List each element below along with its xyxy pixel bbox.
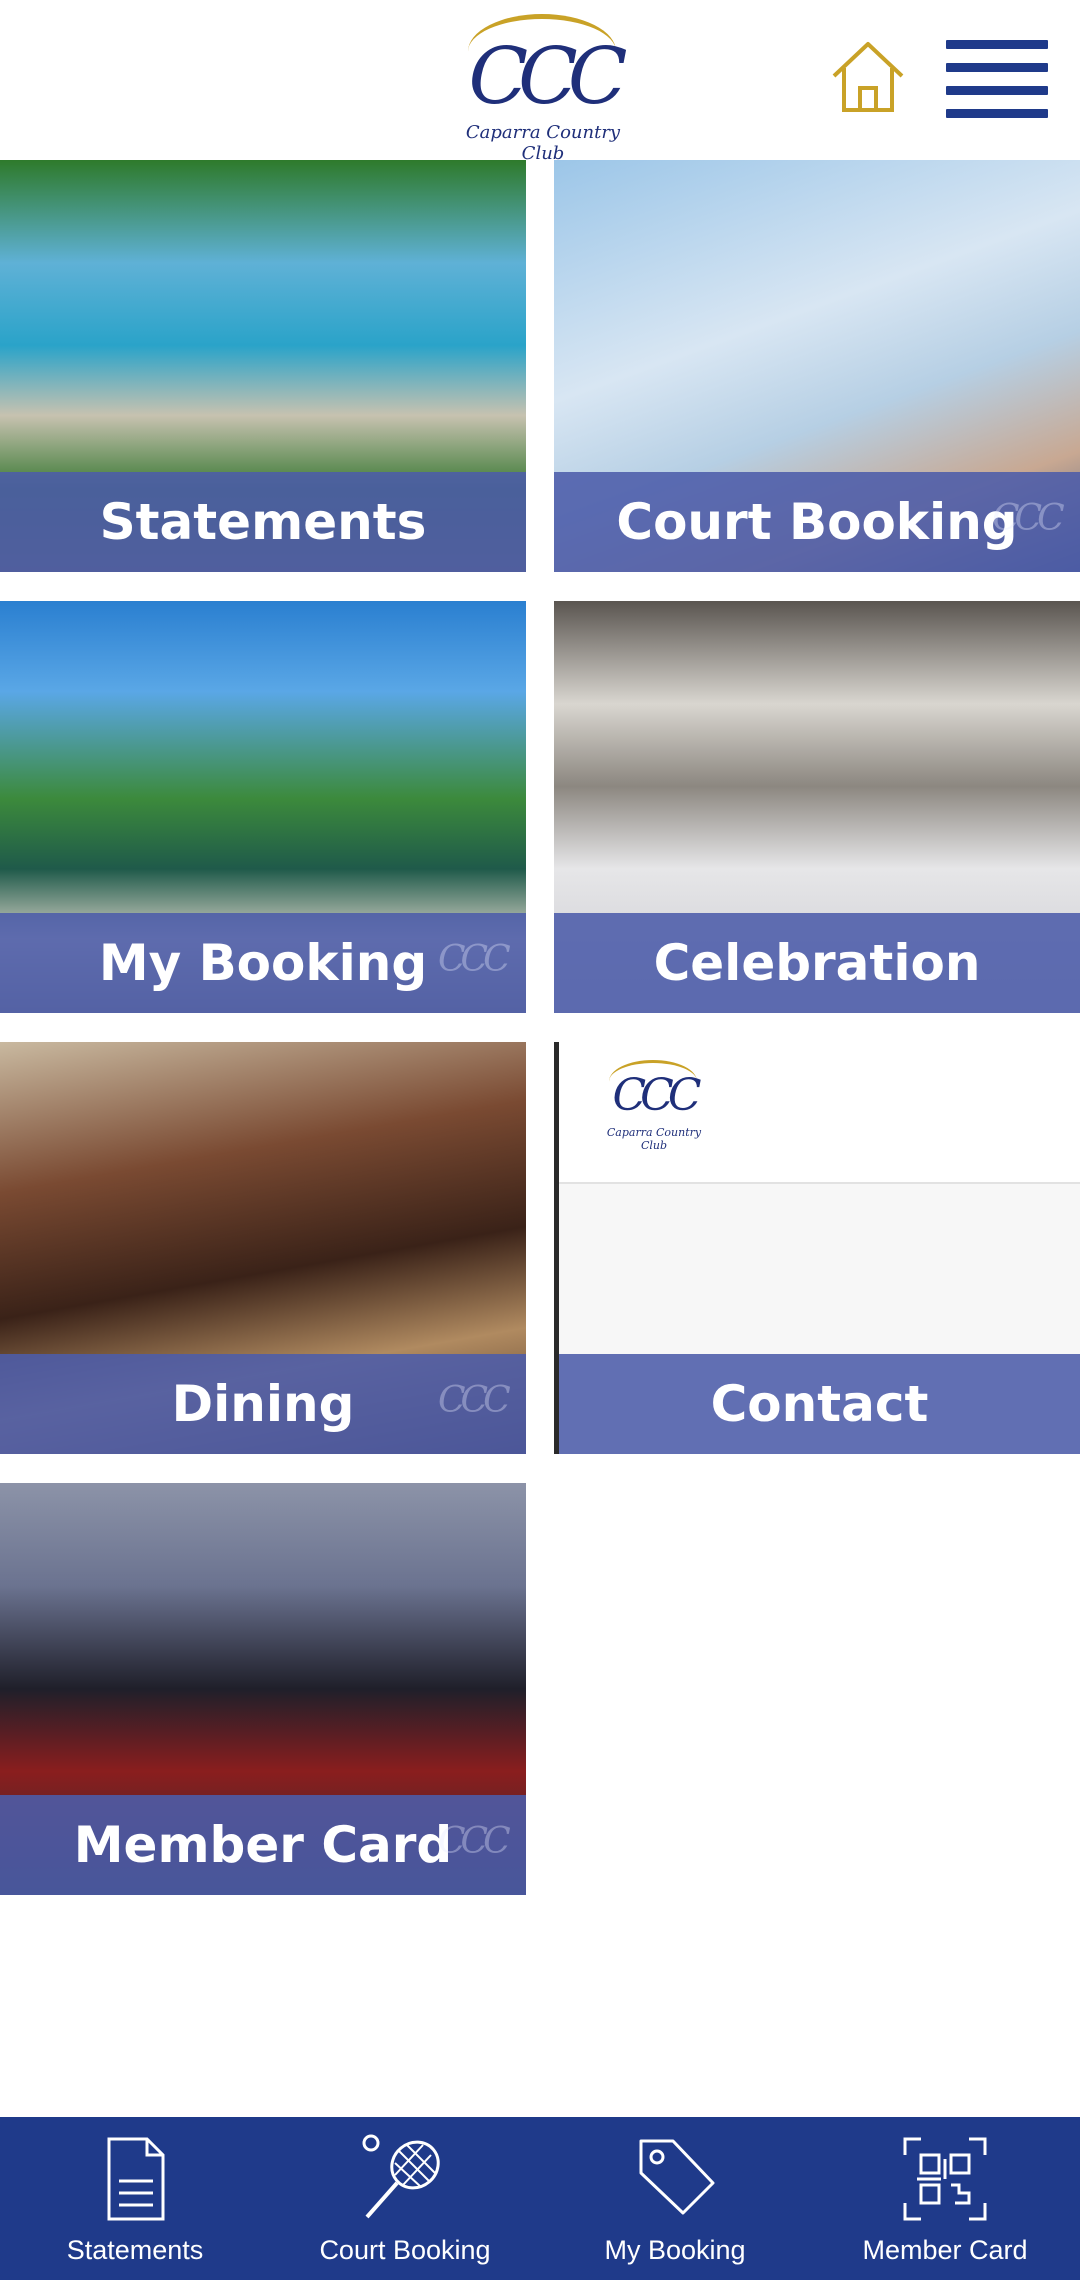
nav-label: My Booking	[604, 2235, 746, 2265]
club-logo-small: CCC Caparra Country Club	[599, 1056, 709, 1156]
contact-preview-header: CCC Caparra Country Club	[559, 1042, 1080, 1184]
nav-member-card[interactable]: Member Card	[810, 2117, 1080, 2280]
logo-club-name: Caparra Country Club	[606, 1126, 702, 1152]
tile-label-bar: Celebration	[554, 913, 1080, 1013]
tile-label: Contact	[710, 1375, 929, 1433]
tile-label-bar: Statements	[0, 472, 526, 572]
nav-label: Member Card	[862, 2235, 1028, 2265]
logo-club-name: Caparra Country Club	[465, 122, 621, 164]
logo-letters: CCC	[468, 32, 627, 122]
tile-my-booking[interactable]: My Booking CCC	[0, 601, 526, 1013]
watermark-logo: CCC	[438, 1821, 511, 1862]
nav-label: Court Booking	[319, 2235, 491, 2265]
tile-label: Dining	[171, 1375, 355, 1433]
tile-contact[interactable]: CCC Caparra Country Club Contact	[554, 1042, 1080, 1454]
tile-label: Member Card	[73, 1816, 453, 1874]
club-logo: CCC Caparra Country Club	[458, 8, 628, 164]
tile-celebration[interactable]: Celebration	[554, 601, 1080, 1013]
nav-my-booking[interactable]: My Booking	[540, 2117, 810, 2280]
tile-label: Court Booking	[616, 493, 1018, 551]
racket-icon	[357, 2131, 453, 2227]
tile-label: My Booking	[98, 934, 428, 992]
tile-statements[interactable]: Statements	[0, 160, 526, 572]
document-icon	[87, 2131, 183, 2227]
tile-label: Celebration	[653, 934, 981, 992]
bottom-nav: Statements Court Booking My Booking Memb…	[0, 2117, 1080, 2280]
watermark-logo: CCC	[438, 939, 511, 980]
tile-label-bar: Contact	[559, 1354, 1080, 1454]
app-header: CCC Caparra Country Club	[0, 0, 1080, 164]
watermark-logo: CCC	[438, 1380, 511, 1421]
tile-court-booking[interactable]: Court Booking CCC	[554, 160, 1080, 572]
nav-court-booking[interactable]: Court Booking	[270, 2117, 540, 2280]
home-icon[interactable]	[826, 36, 910, 116]
nav-statements[interactable]: Statements	[0, 2117, 270, 2280]
tag-icon	[627, 2131, 723, 2227]
tile-member-card[interactable]: Member Card CCC	[0, 1483, 526, 1895]
watermark-logo: CCC	[992, 498, 1065, 539]
tile-dining[interactable]: Dining CCC	[0, 1042, 526, 1454]
logo-letters: CCC	[612, 1070, 702, 1121]
nav-label: Statements	[66, 2235, 204, 2265]
hamburger-menu-icon[interactable]	[946, 40, 1048, 120]
tile-label: Statements	[99, 493, 427, 551]
qr-code-icon	[897, 2131, 993, 2227]
